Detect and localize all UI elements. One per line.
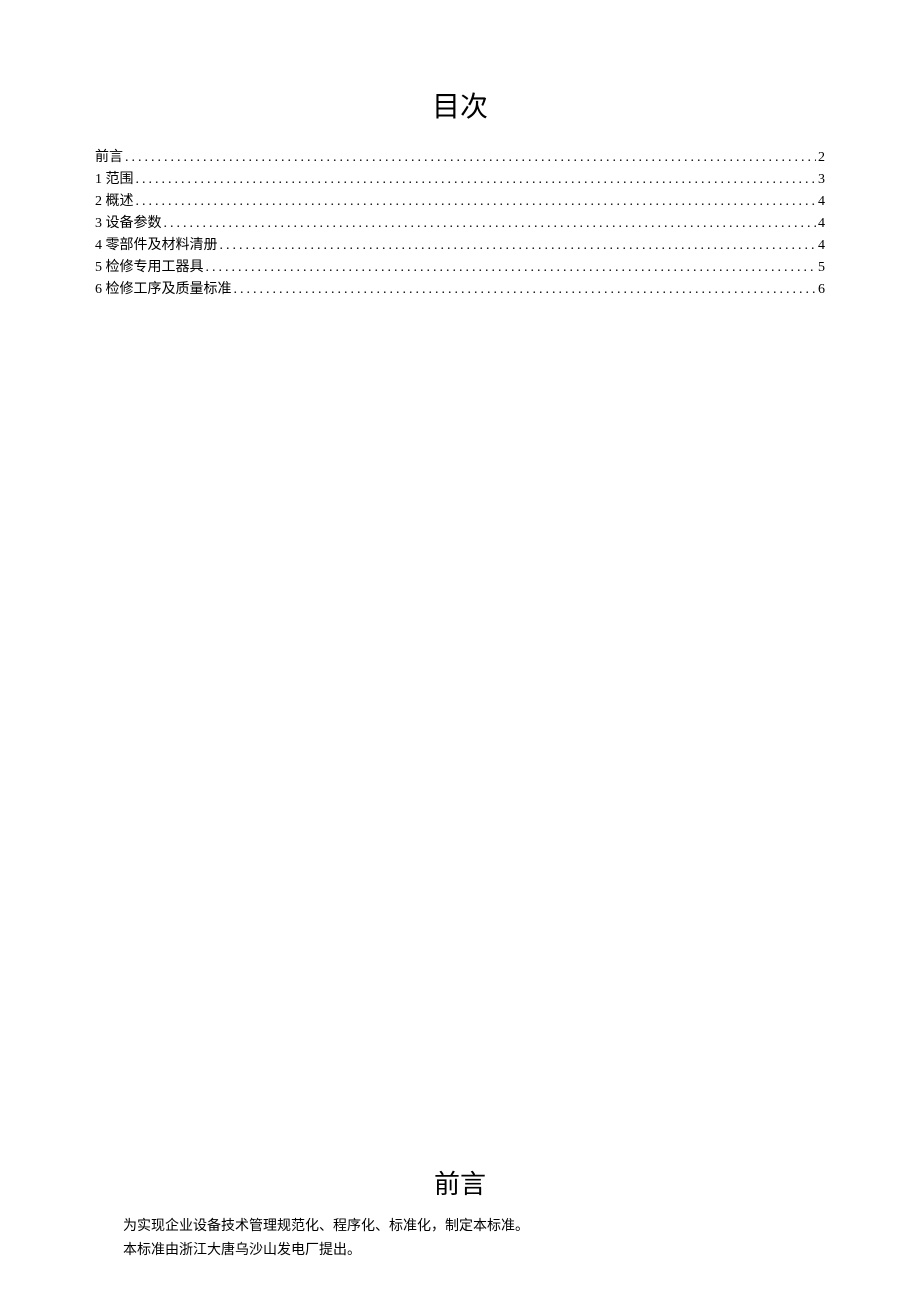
toc-entry-page: 4	[816, 191, 825, 213]
preface-section: 前言 为实现企业设备技术管理规范化、程序化、标准化，制定本标准。 本标准由浙江大…	[95, 1164, 825, 1263]
toc-entry-page: 6	[816, 279, 825, 301]
toc-entry-label: 5 检修专用工器具	[95, 257, 206, 279]
preface-title: 前言	[95, 1164, 825, 1201]
toc-dots	[125, 147, 816, 169]
toc-entry-page: 4	[816, 213, 825, 235]
toc-entry-page: 3	[816, 169, 825, 191]
toc-dots	[136, 169, 817, 191]
toc-entry: 2 概述 4	[95, 191, 825, 213]
toc-entry: 1 范围 3	[95, 169, 825, 191]
toc-entry-page: 5	[816, 257, 825, 279]
toc-entry: 5 检修专用工器具 5	[95, 257, 825, 279]
toc-dots	[136, 191, 817, 213]
toc-title: 目次	[95, 85, 825, 125]
preface-paragraph: 为实现企业设备技术管理规范化、程序化、标准化，制定本标准。	[95, 1215, 825, 1239]
toc-entry: 3 设备参数 4	[95, 213, 825, 235]
toc-entry: 前言 2	[95, 147, 825, 169]
toc-dots	[234, 279, 817, 301]
toc-entry: 6 检修工序及质量标准 6	[95, 279, 825, 301]
preface-paragraph: 本标准由浙江大唐乌沙山发电厂提出。	[95, 1239, 825, 1263]
toc-dots	[206, 257, 817, 279]
page-content: 目次 前言 2 1 范围 3 2 概述 4 3 设备参数 4 4 零部件及材料清…	[0, 0, 920, 301]
toc-entry-label: 3 设备参数	[95, 213, 164, 235]
toc-list: 前言 2 1 范围 3 2 概述 4 3 设备参数 4 4 零部件及材料清册 4…	[95, 147, 825, 301]
toc-dots	[164, 213, 817, 235]
toc-entry-page: 4	[816, 235, 825, 257]
toc-entry-label: 6 检修工序及质量标准	[95, 279, 234, 301]
toc-entry-label: 前言	[95, 147, 125, 169]
toc-entry-page: 2	[816, 147, 825, 169]
toc-entry-label: 1 范围	[95, 169, 136, 191]
toc-entry-label: 2 概述	[95, 191, 136, 213]
toc-entry-label: 4 零部件及材料清册	[95, 235, 220, 257]
toc-dots	[220, 235, 817, 257]
toc-entry: 4 零部件及材料清册 4	[95, 235, 825, 257]
